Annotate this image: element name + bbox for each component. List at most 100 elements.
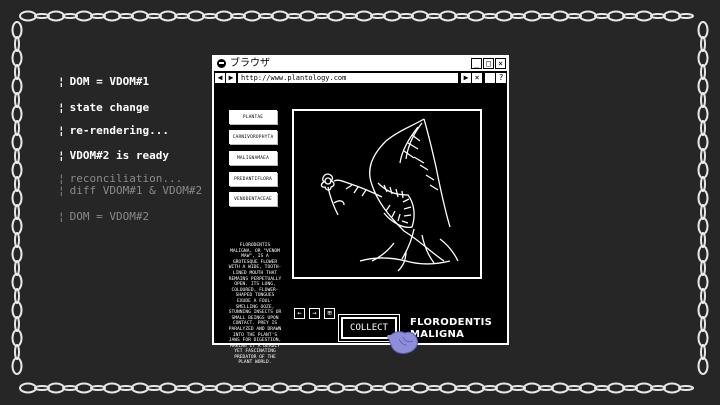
plant-description: Florodentis Maligna, or "Venom Maw", is … [228,243,282,366]
chain-link [159,382,177,394]
forward-button[interactable]: ▶ [226,73,236,83]
chain-link [14,36,20,52]
gallery-grid-button[interactable]: ⊞ [324,308,335,319]
chain-link [75,10,93,22]
chain-link [700,260,706,276]
chain-link [538,385,554,391]
chain-link [258,385,274,391]
chain-link [187,382,205,394]
chain-link [14,64,20,80]
help-button[interactable]: ? [496,73,506,83]
chain-link [243,382,261,394]
url-input[interactable]: http://www.plantology.com [238,73,458,83]
pointing-hand-icon [387,331,418,354]
chain-link [14,316,20,332]
chain-link [700,316,706,332]
chain-link [355,382,373,394]
back-button[interactable]: ◀ [215,73,225,83]
chain-link [14,204,20,220]
chain-link [467,10,485,22]
chain-link [700,204,706,220]
chain-link [271,10,289,22]
chain-link [174,13,190,19]
chain-link [14,232,20,248]
chain-link [622,13,638,19]
chain-link [538,13,554,19]
plant-name-line-1: FLORODENTIS [410,317,493,328]
log-line-2: ¦ state change [58,101,150,114]
chain-link [622,385,638,391]
chain-link [510,13,526,19]
chain-link [62,385,78,391]
chain-link [398,385,414,391]
chain-link [510,385,526,391]
nav-malignamaea[interactable]: MALIGNAMAEA [229,151,277,165]
chain-link [314,13,330,19]
chain-link [11,217,23,235]
chain-link [34,13,50,19]
chain-link [579,10,597,22]
next-image-button[interactable]: → [309,308,320,319]
prev-image-button[interactable]: ← [294,308,305,319]
log-line-1: ¦ DOM = VDOM#1 [58,75,150,88]
chain-link [650,13,666,19]
chain-link [314,385,330,391]
chain-link [700,288,706,304]
chain-link [118,385,134,391]
chain-link [467,382,485,394]
chain-link [635,382,653,394]
chain-link [47,382,65,394]
chain-link [426,385,442,391]
log-line-4: ¦ VDOM#2 is ready [58,149,169,162]
chain-link [697,161,709,179]
chain-link [34,385,50,391]
nav-carnivorophyta[interactable]: CARNIVOROPHYTA [229,130,277,144]
chain-link [215,382,233,394]
chain-link [11,189,23,207]
stop-button[interactable]: × [472,73,482,83]
chain-link [230,385,246,391]
chain-link [697,49,709,67]
chain-link [697,301,709,319]
plant-illustration [292,109,482,279]
chain-link [11,21,23,39]
chain-link [663,382,681,394]
chain-link [370,385,386,391]
chain-link [299,10,317,22]
chain-link [11,77,23,95]
chain-link [19,10,37,22]
chain-link [243,10,261,22]
maximize-button[interactable]: □ [483,58,494,69]
chain-link [103,10,121,22]
chain-link [159,10,177,22]
chain-link [700,64,706,80]
nav-plantae[interactable]: PLANTAE [229,110,277,124]
chain-link [14,288,20,304]
chain-link [700,148,706,164]
chain-link [202,385,218,391]
chain-link [454,13,470,19]
chain-link [14,148,20,164]
chain-link [650,385,666,391]
plant-name-line-2: MALIGNA [410,329,465,340]
chain-link [327,382,345,394]
go-button[interactable]: ▶ [461,73,471,83]
chain-link [14,176,20,192]
chain-link [11,133,23,151]
chain-link [454,385,470,391]
chain-link [146,385,162,391]
chain-link [426,13,442,19]
minimize-button[interactable]: _ [471,58,482,69]
chain-link [299,382,317,394]
log-line-6: ¦ diff VDOM#1 & VDOM#2 [58,184,203,197]
chain-link [411,10,429,22]
close-button[interactable]: × [495,58,506,69]
log-line-7: ¦ DOM = VDOM#2 [58,210,150,223]
bookmark-button[interactable] [485,73,495,83]
chain-link [11,245,23,263]
skull-icon [217,59,226,68]
chain-link [383,10,401,22]
nav-predantiflora[interactable]: PREDANTIFLORA [229,172,277,186]
chain-link [700,92,706,108]
nav-venodentaceae[interactable]: VENODENTACEAE [229,192,277,206]
